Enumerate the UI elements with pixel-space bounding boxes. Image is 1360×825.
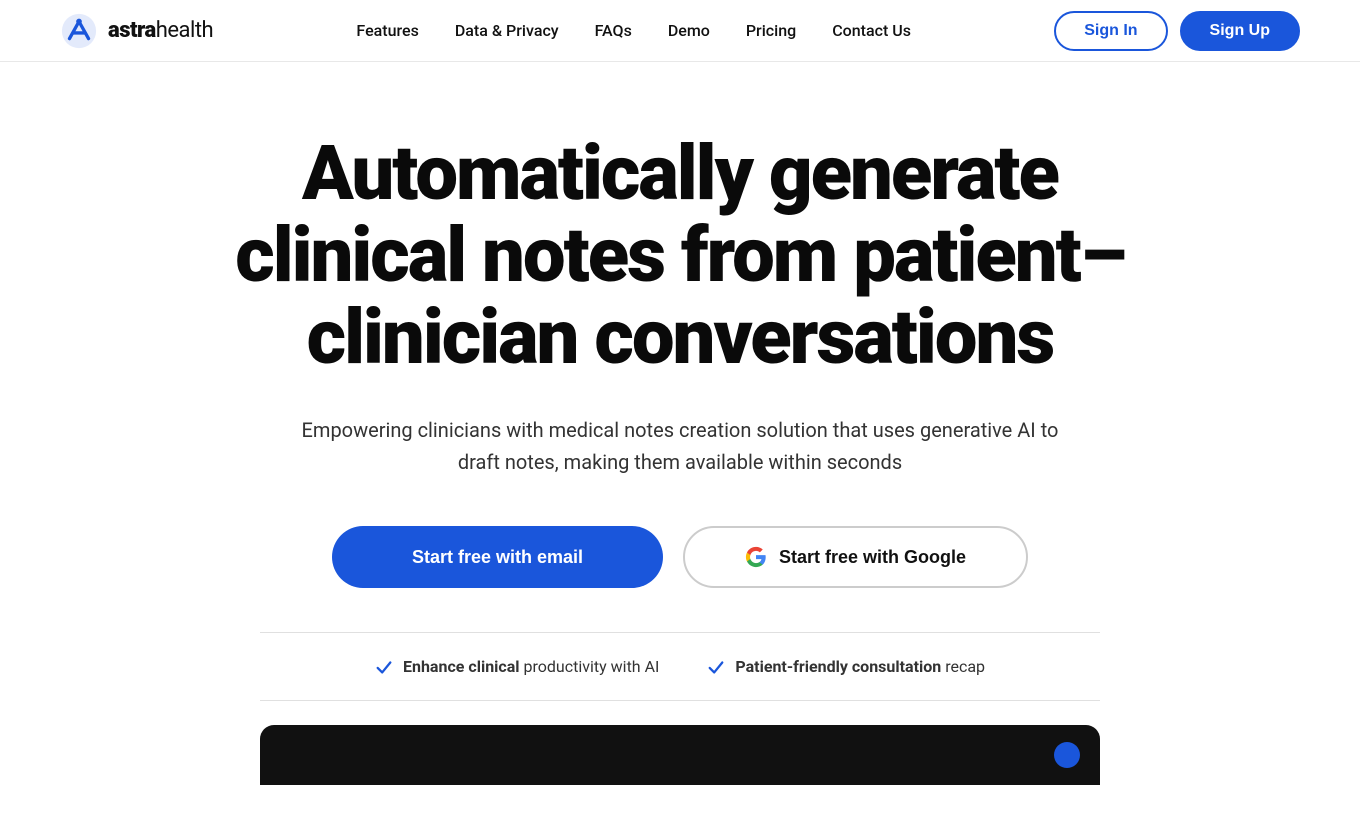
feature-bold-patient: Patient-friendly consultation <box>735 657 941 676</box>
google-button-label: Start free with Google <box>779 547 966 568</box>
feature-bold-enhance: Enhance clinical <box>403 657 520 676</box>
feature-checks: Enhance clinical productivity with AI Pa… <box>375 657 985 676</box>
nav-item-features[interactable]: Features <box>356 21 418 40</box>
logo-icon <box>60 12 98 50</box>
feature-rest-enhance: productivity with AI <box>524 657 660 676</box>
hero-title: Automatically generate clinical notes fr… <box>230 132 1130 378</box>
signup-button[interactable]: Sign Up <box>1180 11 1300 51</box>
logo[interactable]: astrahealth <box>60 12 213 50</box>
hero-section: Automatically generate clinical notes fr… <box>0 62 1360 825</box>
nav-item-pricing[interactable]: Pricing <box>746 21 796 40</box>
feature-item-patient: Patient-friendly consultation recap <box>707 657 985 676</box>
bottom-divider <box>260 700 1100 701</box>
hero-buttons: Start free with email Start free with Go… <box>332 526 1028 588</box>
feature-item-enhance: Enhance clinical productivity with AI <box>375 657 659 676</box>
nav-actions: Sign In Sign Up <box>1054 11 1300 51</box>
start-email-button[interactable]: Start free with email <box>332 526 663 588</box>
hero-subtitle: Empowering clinicians with medical notes… <box>290 414 1070 478</box>
feature-rest-patient: recap <box>945 657 985 676</box>
check-icon-patient <box>707 658 725 676</box>
signin-button[interactable]: Sign In <box>1054 11 1167 51</box>
nav-item-contact[interactable]: Contact Us <box>832 21 911 40</box>
logo-text: astrahealth <box>108 18 213 43</box>
preview-dot <box>1054 742 1080 768</box>
nav-links: Features Data & Privacy FAQs Demo Pricin… <box>356 21 911 40</box>
check-icon-enhance <box>375 658 393 676</box>
google-icon <box>745 546 767 568</box>
nav-item-demo[interactable]: Demo <box>668 21 710 40</box>
preview-card <box>260 725 1100 785</box>
nav-item-data-privacy[interactable]: Data & Privacy <box>455 21 559 40</box>
feature-label-enhance: Enhance clinical productivity with AI <box>403 657 659 676</box>
navbar: astrahealth Features Data & Privacy FAQs… <box>0 0 1360 62</box>
top-divider <box>260 632 1100 633</box>
start-google-button[interactable]: Start free with Google <box>683 526 1028 588</box>
feature-label-patient: Patient-friendly consultation recap <box>735 657 985 676</box>
nav-item-faqs[interactable]: FAQs <box>595 21 632 40</box>
